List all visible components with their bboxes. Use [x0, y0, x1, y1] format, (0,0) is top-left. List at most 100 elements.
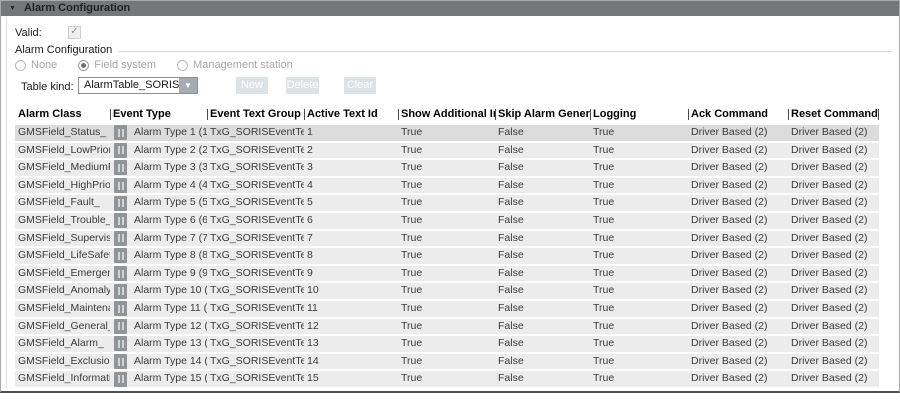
column-header[interactable]: Logging [590, 105, 688, 124]
event-type-picker-button[interactable] [114, 213, 127, 228]
column-header[interactable]: Event Type [110, 105, 207, 124]
cell-logging: True [590, 266, 688, 282]
valid-checkbox[interactable]: ✓ [68, 26, 81, 39]
cell-active-text-id: 14 [304, 354, 398, 370]
cell-skip-alarm-generation: False [495, 178, 590, 194]
table-row[interactable]: GMSField_Trouble_ Alarm Type 6 (6) TxG_S… [15, 213, 879, 229]
cell-active-text-id: 4 [304, 178, 398, 194]
table-row[interactable]: GMSField_Supervisory_ Alarm Type 7 (7) T… [15, 231, 879, 247]
cell-reset-command: Driver Based (2) [788, 178, 879, 194]
table-row[interactable]: GMSField_Emergency_ Alarm Type 9 (9) TxG… [15, 266, 879, 282]
column-header[interactable]: Skip Alarm Generation [495, 105, 590, 124]
cell-event-type: Alarm Type 6 (6) [110, 213, 207, 229]
cell-alarm-class: GMSField_LifeSafety_ [15, 248, 110, 264]
column-header[interactable]: Ack Command [688, 105, 788, 124]
combobox-dropdown-button[interactable]: ▼ [179, 78, 197, 93]
pause-bar-icon [118, 252, 120, 260]
cell-show-additional-info: True [398, 283, 495, 299]
radio-option[interactable]: Management station [177, 59, 293, 71]
cell-event-text-group: TxG_SORISEventText [207, 231, 304, 247]
clear-button[interactable]: Clear [344, 77, 376, 94]
cell-alarm-class: GMSField_General_ [15, 319, 110, 335]
cell-skip-alarm-generation: False [495, 125, 590, 141]
pause-bar-icon [122, 375, 124, 383]
event-type-picker-button[interactable] [114, 319, 127, 334]
event-type-picker-button[interactable] [114, 301, 127, 316]
cell-event-type: Alarm Type 15 (15) [110, 371, 207, 387]
table-row[interactable]: GMSField_Fault_ Alarm Type 5 (5) TxG_SOR… [15, 195, 879, 211]
pause-bar-icon [122, 199, 124, 207]
cell-active-text-id: 2 [304, 143, 398, 159]
table-row[interactable]: GMSField_Exclusion_ Alarm Type 14 (14) T… [15, 354, 879, 370]
cell-reset-command: Driver Based (2) [788, 319, 879, 335]
event-type-picker-button[interactable] [114, 248, 127, 263]
cell-event-type: Alarm Type 11 (11) [110, 301, 207, 317]
column-header[interactable]: Reset Command [788, 105, 879, 124]
table-kind-combobox[interactable]: AlarmTable_SORIS ▼ [78, 77, 198, 94]
cell-alarm-class: GMSField_Trouble_ [15, 213, 110, 229]
pause-bar-icon [122, 164, 124, 172]
radio-option-label: Field system [94, 59, 156, 71]
column-header[interactable]: Show Additional Info [398, 105, 495, 124]
panel-titlebar[interactable]: ▼ Alarm Configuration [1, 1, 899, 16]
table-row[interactable]: GMSField_Maintenance Alarm Type 11 (11) … [15, 301, 879, 317]
cell-alarm-class: GMSField_Maintenance [15, 301, 110, 317]
cell-skip-alarm-generation: False [495, 283, 590, 299]
collapse-triangle-icon[interactable]: ▼ [9, 1, 16, 16]
event-type-text: Alarm Type 12 (12) [134, 319, 207, 335]
cell-event-type: Alarm Type 12 (12) [110, 319, 207, 335]
table-row[interactable]: GMSField_MediumPrio Alarm Type 3 (3) TxG… [15, 160, 879, 176]
column-header[interactable]: Alarm Class [15, 105, 110, 124]
cell-alarm-class: GMSField_MediumPrio [15, 160, 110, 176]
radio-option-label: None [31, 59, 57, 71]
event-type-picker-button[interactable] [114, 284, 127, 299]
cell-event-type: Alarm Type 8 (8) [110, 248, 207, 264]
cell-logging: True [590, 354, 688, 370]
pause-bar-icon [118, 358, 120, 366]
column-header[interactable]: Active Text Id [304, 105, 398, 124]
pause-bar-icon [118, 182, 120, 190]
event-type-picker-button[interactable] [114, 143, 127, 158]
cell-active-text-id: 9 [304, 266, 398, 282]
cell-show-additional-info: True [398, 301, 495, 317]
radio-option[interactable]: Field system [78, 59, 156, 71]
alarm-configuration-panel: ▼ Alarm Configuration Valid: ✓ Alarm Con… [0, 0, 900, 402]
radio-option[interactable]: None [15, 59, 57, 71]
cell-ack-command: Driver Based (2) [688, 160, 788, 176]
cell-show-additional-info: True [398, 371, 495, 387]
event-type-text: Alarm Type 13 (13) [134, 336, 207, 352]
event-type-picker-button[interactable] [114, 178, 127, 193]
cell-reset-command: Driver Based (2) [788, 160, 879, 176]
table-row[interactable]: GMSField_LowPriorityA Alarm Type 2 (2) T… [15, 143, 879, 159]
table-row[interactable]: GMSField_Information_ Alarm Type 15 (15)… [15, 371, 879, 387]
cell-event-type: Alarm Type 2 (2) [110, 143, 207, 159]
table-row[interactable]: GMSField_LifeSafety_ Alarm Type 8 (8) Tx… [15, 248, 879, 264]
event-type-picker-button[interactable] [114, 336, 127, 351]
event-type-picker-button[interactable] [114, 354, 127, 369]
cell-alarm-class: GMSField_Fault_ [15, 195, 110, 211]
cell-active-text-id: 12 [304, 319, 398, 335]
event-type-text: Alarm Type 3 (3) [134, 160, 207, 176]
cell-ack-command: Driver Based (2) [688, 319, 788, 335]
event-type-picker-button[interactable] [114, 266, 127, 281]
cell-reset-command: Driver Based (2) [788, 231, 879, 247]
cell-logging: True [590, 160, 688, 176]
radio-icon [78, 60, 89, 71]
radio-icon [15, 60, 26, 71]
table-row[interactable]: GMSField_Anomaly_ Alarm Type 10 (10) TxG… [15, 283, 879, 299]
cell-show-additional-info: True [398, 248, 495, 264]
table-row[interactable]: GMSField_General_ Alarm Type 12 (12) TxG… [15, 319, 879, 335]
event-type-picker-button[interactable] [114, 160, 127, 175]
event-type-picker-button[interactable] [114, 196, 127, 211]
delete-button[interactable]: Delete [286, 77, 319, 94]
column-header[interactable]: Event Text Group [207, 105, 304, 124]
table-row[interactable]: GMSField_HighPriority. Alarm Type 4 (4) … [15, 178, 879, 194]
new-button[interactable]: New [236, 77, 268, 94]
event-type-picker-button[interactable] [114, 231, 127, 246]
cell-show-additional-info: True [398, 143, 495, 159]
table-row[interactable]: GMSField_Alarm_ Alarm Type 13 (13) TxG_S… [15, 336, 879, 352]
event-type-picker-button[interactable] [114, 125, 127, 140]
event-type-picker-button[interactable] [114, 372, 127, 387]
table-row[interactable]: GMSField_Status_ Alarm Type 1 (1) TxG_SO… [15, 125, 879, 141]
cell-ack-command: Driver Based (2) [688, 371, 788, 387]
